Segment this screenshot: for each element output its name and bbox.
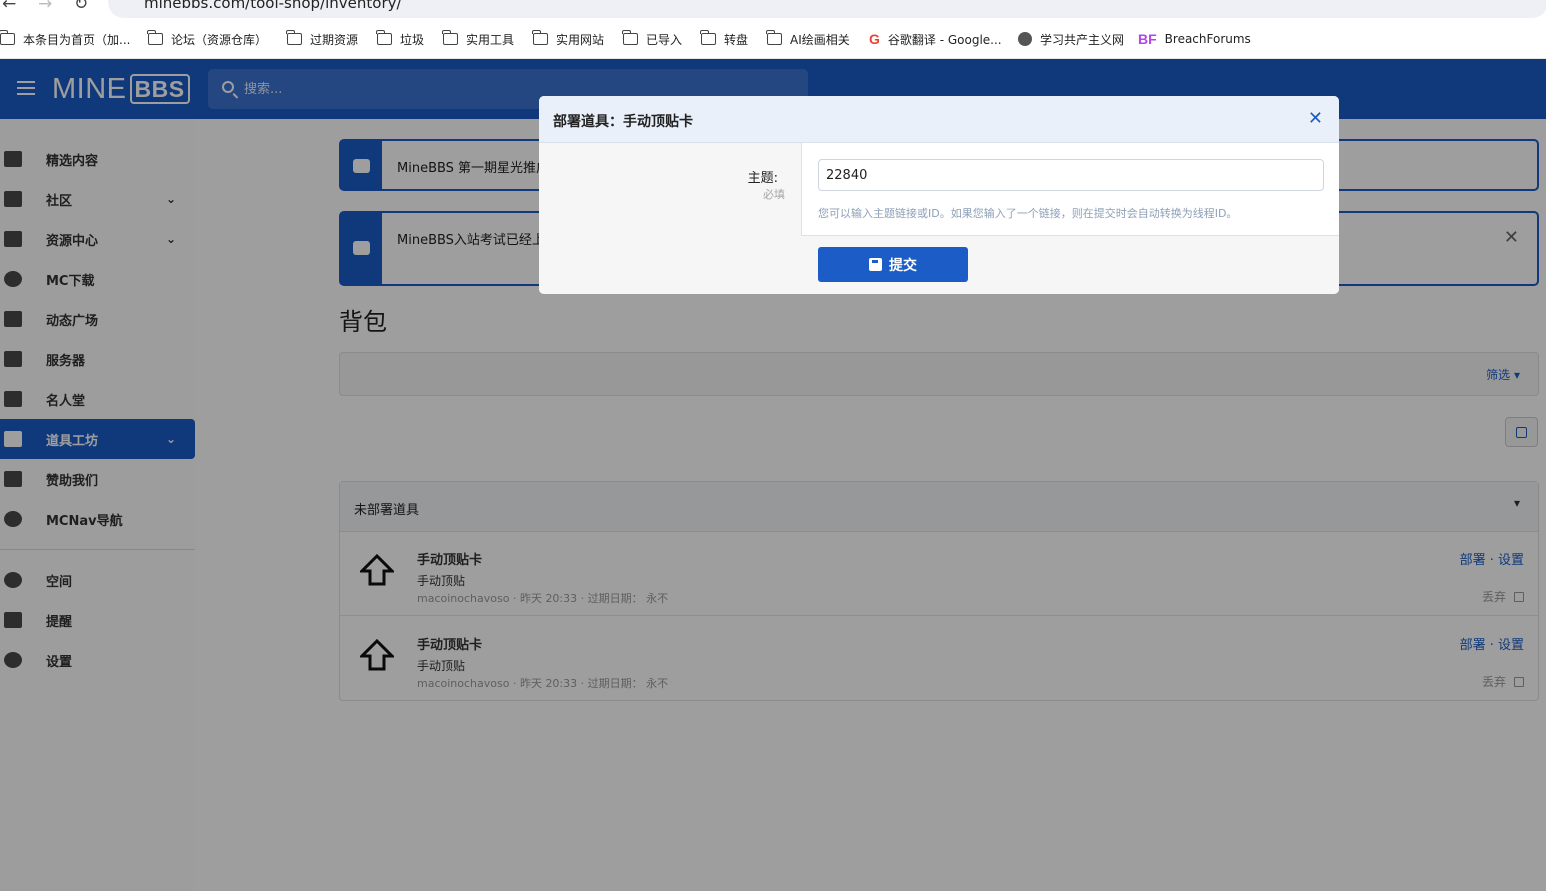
thread-id-input[interactable] — [818, 159, 1324, 191]
folder-icon — [286, 30, 302, 45]
folder-icon — [700, 30, 716, 45]
bookmark-item[interactable]: BF BreachForums — [1138, 30, 1251, 48]
dialog-footer: 提交 — [539, 236, 1339, 294]
google-icon: G — [869, 31, 880, 47]
bookmark-item[interactable]: 已导入 — [622, 30, 682, 48]
folder-icon — [442, 30, 458, 45]
close-icon[interactable]: ✕ — [1308, 108, 1323, 129]
bookmark-item[interactable]: AI绘画相关 — [766, 30, 850, 48]
folder-icon — [0, 30, 15, 45]
folder-icon — [766, 30, 782, 45]
bookmark-item[interactable]: 论坛（资源仓库） — [147, 30, 267, 48]
folder-icon — [147, 30, 163, 45]
bookmark-item[interactable]: 过期资源 — [286, 30, 358, 48]
address-url[interactable]: minebbs.com/tool-shop/inventory/ — [144, 0, 402, 12]
submit-button[interactable]: 提交 — [818, 247, 968, 282]
folder-icon — [376, 30, 392, 45]
required-hint: 必填 — [763, 188, 785, 201]
thread-label: 主题: — [747, 171, 778, 186]
forward-icon[interactable]: → — [38, 0, 52, 14]
back-icon[interactable]: ← — [2, 0, 16, 14]
dialog-title: 部署道具：手动顶贴卡 — [553, 114, 693, 130]
globe-icon — [1018, 32, 1032, 46]
bookmark-item[interactable]: 实用工具 — [442, 30, 514, 48]
bookmark-item[interactable]: 转盘 — [700, 30, 748, 48]
form-label-column: 主题: 必填 — [539, 143, 802, 236]
folder-icon — [532, 30, 548, 45]
bookmark-item[interactable]: 垃圾 — [376, 30, 424, 48]
browser-toolbar: ← → ↻ minebbs.com/tool-shop/inventory/ — [0, 0, 1546, 18]
save-icon — [869, 258, 882, 271]
reload-icon[interactable]: ↻ — [74, 0, 88, 14]
dialog-header: 部署道具：手动顶贴卡 ✕ — [539, 96, 1339, 143]
bookmarks-bar: 本条目为首页（加... 论坛（资源仓库） 过期资源 垃圾 实用工具 实用网站 已… — [0, 18, 1546, 59]
deploy-item-dialog: 部署道具：手动顶贴卡 ✕ 主题: 必填 您可以输入主题链接或ID。如果您输入了一… — [539, 96, 1339, 294]
bookmark-item[interactable]: 本条目为首页（加... — [0, 30, 130, 48]
bookmark-item[interactable]: 学习共产主义网 — [1018, 30, 1124, 48]
bookmark-item[interactable]: G 谷歌翻译 - Google... — [869, 30, 1002, 48]
bookmark-item[interactable]: 实用网站 — [532, 30, 604, 48]
bf-icon: BF — [1138, 31, 1157, 47]
thread-form-row: 主题: 必填 您可以输入主题链接或ID。如果您输入了一个链接，则在提交时会自动转… — [539, 143, 1339, 236]
thread-input-explain: 您可以输入主题链接或ID。如果您输入了一个链接，则在提交时会自动转换为线程ID。 — [818, 207, 1238, 220]
folder-icon — [622, 30, 638, 45]
